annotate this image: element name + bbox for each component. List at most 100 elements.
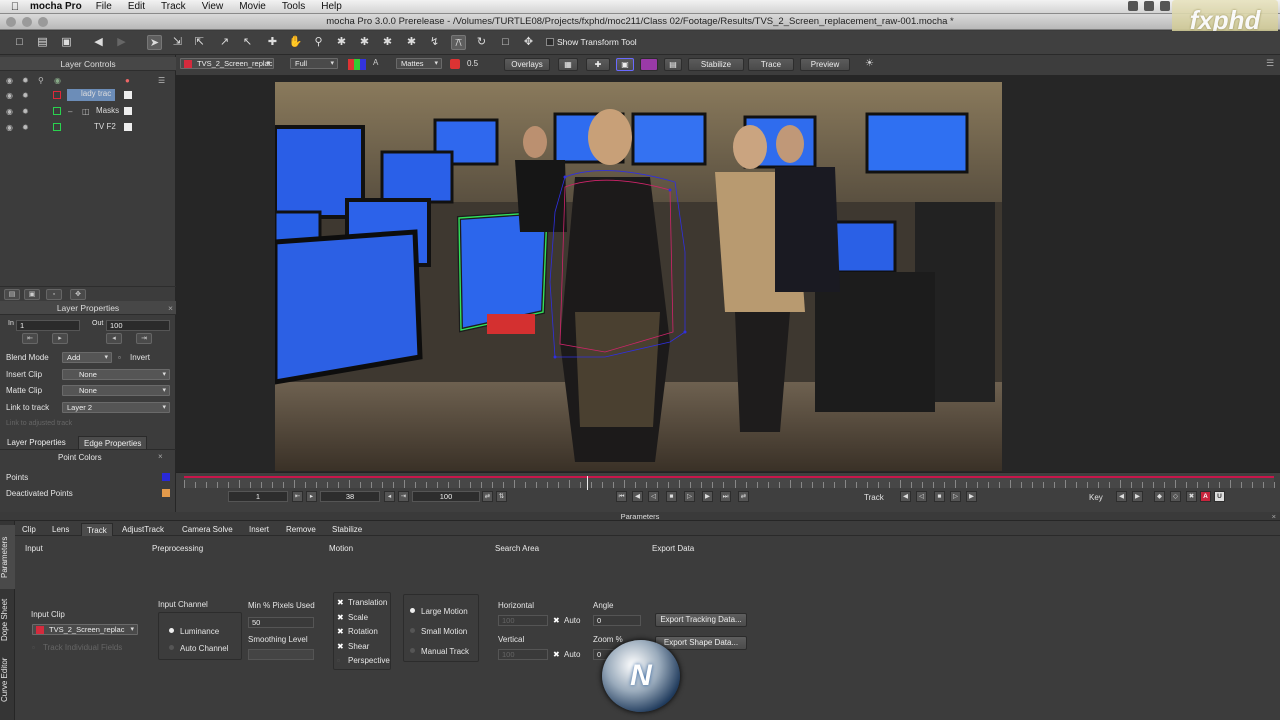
apple-icon[interactable]:  (0, 1, 30, 13)
set-out-icon[interactable]: ⇥ (398, 491, 409, 502)
save-project-icon[interactable]: ▣ (59, 35, 74, 50)
tab-clip[interactable]: Clip (17, 523, 41, 536)
mesh-icon[interactable] (640, 58, 658, 71)
xspline-add-icon[interactable]: ✱ (357, 35, 372, 50)
clip-dropdown[interactable]: TVS_2_Screen_replac (180, 58, 274, 69)
menu-movie[interactable]: Movie (239, 1, 266, 12)
invert-checkbox[interactable]: ▫ (118, 353, 121, 362)
layer-options-icon[interactable]: ✥ (70, 289, 86, 300)
layer-name[interactable]: Masks (96, 106, 119, 115)
track-stop-icon[interactable]: ■ (934, 491, 945, 502)
unlink-key-icon[interactable]: U (1214, 491, 1225, 502)
autokey-icon[interactable]: A (1200, 491, 1211, 502)
track-forward-icon[interactable]: ▶ (966, 491, 977, 502)
layer-fill-swatch[interactable] (124, 123, 132, 131)
deactivated-points-color-swatch[interactable] (162, 489, 170, 497)
status-icon[interactable] (1128, 1, 1138, 11)
trace-button[interactable]: Trace (748, 58, 794, 71)
grid-options-icon[interactable]: ✚ (586, 58, 610, 71)
tab-remove[interactable]: Remove (281, 523, 321, 536)
layer-color-swatch[interactable] (53, 123, 61, 131)
side-tab-curve-editor[interactable]: Curve Editor (0, 643, 15, 717)
menu-file[interactable]: File (96, 1, 112, 12)
tab-stabilize[interactable]: Stabilize (327, 523, 367, 536)
track-prev-frame-icon[interactable]: ◁ (916, 491, 927, 502)
next-frame-icon[interactable]: ▶ (702, 491, 713, 502)
delete-key-icon[interactable]: ◇ (1170, 491, 1181, 502)
fit-range-icon[interactable]: ⇄ (482, 491, 493, 502)
brightness-icon[interactable]: ☀ (865, 58, 874, 69)
bezier-tool-icon[interactable]: ✱ (380, 35, 395, 50)
menu-edit[interactable]: Edit (128, 1, 145, 12)
matte-opacity-value[interactable]: 0.5 (467, 59, 478, 68)
eye-icon[interactable]: ◉ (6, 123, 13, 132)
tab-adjusttrack[interactable]: AdjustTrack (117, 523, 169, 536)
add-key-icon[interactable]: ◆ (1154, 491, 1165, 502)
close-window-button[interactable] (6, 17, 16, 27)
checkbox[interactable] (546, 38, 554, 46)
gear-icon[interactable]: ✹ (22, 107, 29, 116)
bezier-add-icon[interactable]: ✱ (404, 35, 419, 50)
layer-row[interactable]: ◉ ✹ TV F2 (0, 120, 176, 135)
lock-icon[interactable]: ⚲ (38, 76, 44, 85)
gear-icon[interactable]: ✹ (22, 91, 29, 100)
side-tab-parameters[interactable]: Parameters (0, 525, 15, 589)
open-project-icon[interactable]: ▤ (35, 35, 50, 50)
horizontal-field[interactable]: 100 (498, 615, 548, 626)
track-backward-icon[interactable]: ◀ (900, 491, 911, 502)
prev-key-icon[interactable]: ◀ (1116, 491, 1127, 502)
status-icon[interactable] (1144, 1, 1154, 11)
angle-field[interactable]: 0 (593, 615, 641, 626)
tab-lens[interactable]: Lens (47, 523, 74, 536)
pick-tool-icon[interactable]: ➤ (147, 35, 162, 50)
eye-icon[interactable]: ◉ (6, 107, 13, 116)
menu-view[interactable]: View (202, 1, 224, 12)
redo-icon[interactable]: ▶ (114, 35, 129, 50)
minimize-window-button[interactable] (22, 17, 32, 27)
go-to-in-icon[interactable]: ▸ (306, 491, 317, 502)
translation-checkbox[interactable]: ✖ Translation (337, 598, 387, 607)
vertical-field[interactable]: 100 (498, 649, 548, 660)
gear-icon[interactable]: ✹ (22, 123, 29, 132)
set-in-icon[interactable]: ⇤ (292, 491, 303, 502)
pan-tool-icon[interactable]: ✋ (288, 35, 303, 50)
scale-tool-icon[interactable]: □ (498, 35, 513, 50)
horizontal-auto-checkbox[interactable]: ✖ Auto (553, 616, 580, 625)
track-next-frame-icon[interactable]: ▷ (950, 491, 961, 502)
track-individual-fields-checkbox[interactable]: ▫ (32, 643, 35, 652)
go-to-end-icon[interactable]: ⏭ (720, 491, 731, 502)
next-key-icon[interactable]: ▶ (1132, 491, 1143, 502)
overlay-options-icon[interactable]: ▦ (558, 58, 578, 71)
shear-checkbox[interactable]: ✖ Shear (337, 642, 369, 651)
link-adjusted-track-option[interactable]: Link to adjusted track (6, 420, 72, 427)
matte-clip-dropdown[interactable]: None (62, 385, 170, 396)
go-to-out-icon[interactable]: ◂ (106, 333, 122, 344)
stop-icon[interactable]: ■ (666, 491, 677, 502)
start-frame-field[interactable]: 1 (228, 491, 288, 502)
tab-layer-properties[interactable]: Layer Properties (2, 436, 71, 449)
layer-color-swatch[interactable] (53, 107, 61, 115)
timeline-ruler[interactable] (184, 476, 1275, 490)
color-picker-icon[interactable]: ● (125, 76, 130, 85)
layer-fill-swatch[interactable] (124, 107, 132, 115)
tab-insert[interactable]: Insert (244, 523, 274, 536)
status-icon[interactable] (1160, 1, 1170, 11)
close-icon[interactable]: × (1272, 512, 1276, 521)
go-to-start-icon[interactable]: ⏮ (616, 491, 627, 502)
tab-camera-solve[interactable]: Camera Solve (177, 523, 238, 536)
select-edge-icon[interactable]: ↗ (217, 35, 232, 50)
play-forward-icon[interactable]: ▷ (684, 491, 695, 502)
eye-icon[interactable]: ◉ (6, 91, 13, 100)
panel-menu-icon[interactable]: ☰ (158, 76, 165, 85)
magnetic-spline-icon[interactable]: ↯ (427, 35, 442, 50)
move-tool-icon[interactable]: ✥ (521, 35, 536, 50)
insert-clip-dropdown[interactable]: None (62, 369, 170, 380)
rotate-tool-icon[interactable]: ↻ (474, 35, 489, 50)
playhead[interactable] (587, 476, 588, 490)
tab-track[interactable]: Track (81, 523, 113, 536)
perspective-checkbox[interactable]: ▫ Perspective (337, 656, 390, 665)
current-frame-field[interactable]: 38 (320, 491, 380, 502)
layer-row[interactable]: ◉ ✹ – ◫ Masks (0, 104, 176, 119)
layer-fill-swatch[interactable] (124, 91, 132, 99)
viewer-canvas[interactable] (176, 75, 1280, 472)
